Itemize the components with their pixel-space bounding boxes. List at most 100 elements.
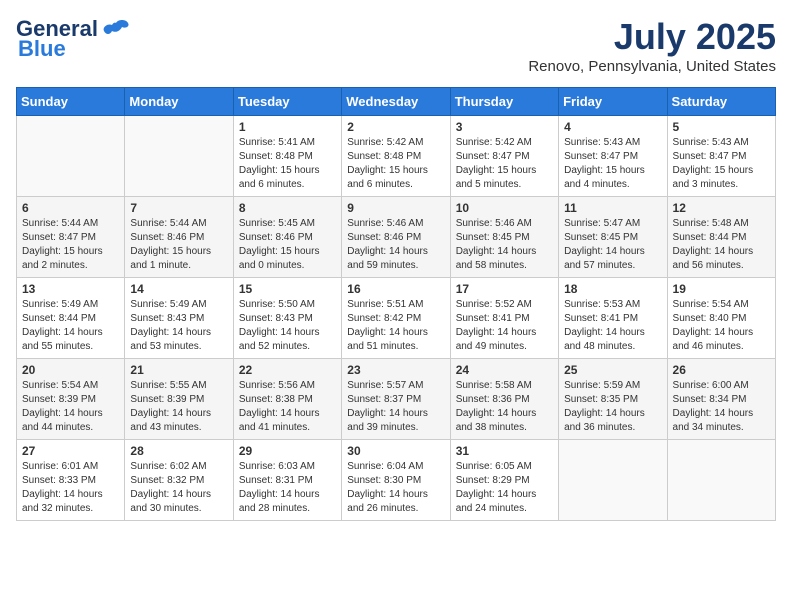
day-info: Sunrise: 5:42 AM Sunset: 8:48 PM Dayligh… xyxy=(347,136,444,192)
weekday-header: Friday xyxy=(559,88,667,116)
calendar-cell: 31 Sunrise: 6:05 AM Sunset: 8:29 PM Dayli… xyxy=(450,440,558,521)
weekday-header: Thursday xyxy=(450,88,558,116)
day-number: 6 xyxy=(22,201,119,215)
day-number: 31 xyxy=(456,444,553,458)
day-number: 13 xyxy=(22,282,119,296)
day-number: 29 xyxy=(239,444,336,458)
day-number: 15 xyxy=(239,282,336,296)
day-info: Sunrise: 5:50 AM Sunset: 8:43 PM Dayligh… xyxy=(239,298,336,354)
day-number: 20 xyxy=(22,363,119,377)
calendar-cell: 9 Sunrise: 5:46 AM Sunset: 8:46 PM Daylig… xyxy=(342,197,450,278)
day-number: 19 xyxy=(673,282,770,296)
calendar-week-row: 1 Sunrise: 5:41 AM Sunset: 8:48 PM Daylig… xyxy=(17,116,776,197)
calendar-cell: 8Sunrise: 5:45 AM Sunset: 8:46 PM Daylig… xyxy=(233,197,341,278)
weekday-header-row: SundayMondayTuesdayWednesdayThursdayFrid… xyxy=(17,88,776,116)
calendar-cell xyxy=(125,116,233,197)
day-number: 22 xyxy=(239,363,336,377)
calendar-cell: 21Sunrise: 5:55 AM Sunset: 8:39 PM Dayli… xyxy=(125,359,233,440)
calendar-cell: 26 Sunrise: 6:00 AM Sunset: 8:34 PM Dayli… xyxy=(667,359,775,440)
day-number: 5 xyxy=(673,120,770,134)
calendar-cell: 2 Sunrise: 5:42 AM Sunset: 8:48 PM Daylig… xyxy=(342,116,450,197)
day-number: 16 xyxy=(347,282,444,296)
day-number: 17 xyxy=(456,282,553,296)
calendar-cell: 27 Sunrise: 6:01 AM Sunset: 8:33 PM Dayli… xyxy=(17,440,125,521)
calendar-cell: 6Sunrise: 5:44 AM Sunset: 8:47 PM Daylig… xyxy=(17,197,125,278)
calendar-week-row: 6Sunrise: 5:44 AM Sunset: 8:47 PM Daylig… xyxy=(17,197,776,278)
day-info: Sunrise: 6:03 AM Sunset: 8:31 PM Dayligh… xyxy=(239,460,336,516)
weekday-header: Tuesday xyxy=(233,88,341,116)
day-info: Sunrise: 5:52 AM Sunset: 8:41 PM Dayligh… xyxy=(456,298,553,354)
day-info: Sunrise: 6:00 AM Sunset: 8:34 PM Dayligh… xyxy=(673,379,770,435)
calendar-cell: 1 Sunrise: 5:41 AM Sunset: 8:48 PM Daylig… xyxy=(233,116,341,197)
day-info: Sunrise: 6:01 AM Sunset: 8:33 PM Dayligh… xyxy=(22,460,119,516)
day-number: 1 xyxy=(239,120,336,134)
day-info: Sunrise: 5:41 AM Sunset: 8:48 PM Dayligh… xyxy=(239,136,336,192)
calendar-cell: 30Sunrise: 6:04 AM Sunset: 8:30 PM Dayli… xyxy=(342,440,450,521)
calendar-cell: 25 Sunrise: 5:59 AM Sunset: 8:35 PM Dayli… xyxy=(559,359,667,440)
day-info: Sunrise: 5:54 AM Sunset: 8:39 PM Dayligh… xyxy=(22,379,119,435)
day-number: 21 xyxy=(130,363,227,377)
logo: General Blue xyxy=(16,16,130,62)
day-info: Sunrise: 5:43 AM Sunset: 8:47 PM Dayligh… xyxy=(673,136,770,192)
calendar-cell: 22 Sunrise: 5:56 AM Sunset: 8:38 PM Dayli… xyxy=(233,359,341,440)
day-number: 18 xyxy=(564,282,661,296)
day-info: Sunrise: 5:46 AM Sunset: 8:46 PM Dayligh… xyxy=(347,217,444,273)
calendar-week-row: 27 Sunrise: 6:01 AM Sunset: 8:33 PM Dayli… xyxy=(17,440,776,521)
day-number: 24 xyxy=(456,363,553,377)
calendar-cell: 4 Sunrise: 5:43 AM Sunset: 8:47 PM Daylig… xyxy=(559,116,667,197)
calendar-cell: 16 Sunrise: 5:51 AM Sunset: 8:42 PM Dayli… xyxy=(342,278,450,359)
weekday-header: Wednesday xyxy=(342,88,450,116)
day-info: Sunrise: 5:43 AM Sunset: 8:47 PM Dayligh… xyxy=(564,136,661,192)
calendar-cell: 29 Sunrise: 6:03 AM Sunset: 8:31 PM Dayli… xyxy=(233,440,341,521)
calendar-table: SundayMondayTuesdayWednesdayThursdayFrid… xyxy=(16,87,776,521)
calendar-cell: 10 Sunrise: 5:46 AM Sunset: 8:45 PM Dayli… xyxy=(450,197,558,278)
day-number: 2 xyxy=(347,120,444,134)
calendar-cell: 13Sunrise: 5:49 AM Sunset: 8:44 PM Dayli… xyxy=(17,278,125,359)
day-number: 30 xyxy=(347,444,444,458)
day-number: 14 xyxy=(130,282,227,296)
day-info: Sunrise: 5:48 AM Sunset: 8:44 PM Dayligh… xyxy=(673,217,770,273)
day-info: Sunrise: 5:49 AM Sunset: 8:43 PM Dayligh… xyxy=(130,298,227,354)
calendar-week-row: 13Sunrise: 5:49 AM Sunset: 8:44 PM Dayli… xyxy=(17,278,776,359)
weekday-header: Saturday xyxy=(667,88,775,116)
day-info: Sunrise: 5:58 AM Sunset: 8:36 PM Dayligh… xyxy=(456,379,553,435)
month-title: July 2025 xyxy=(528,16,776,58)
calendar-cell: 23 Sunrise: 5:57 AM Sunset: 8:37 PM Dayli… xyxy=(342,359,450,440)
calendar-cell: 7Sunrise: 5:44 AM Sunset: 8:46 PM Daylig… xyxy=(125,197,233,278)
day-number: 11 xyxy=(564,201,661,215)
calendar-cell xyxy=(667,440,775,521)
calendar-cell: 19Sunrise: 5:54 AM Sunset: 8:40 PM Dayli… xyxy=(667,278,775,359)
logo-bird-icon xyxy=(102,19,130,39)
day-info: Sunrise: 5:59 AM Sunset: 8:35 PM Dayligh… xyxy=(564,379,661,435)
day-info: Sunrise: 6:02 AM Sunset: 8:32 PM Dayligh… xyxy=(130,460,227,516)
calendar-cell: 17 Sunrise: 5:52 AM Sunset: 8:41 PM Dayli… xyxy=(450,278,558,359)
day-info: Sunrise: 5:42 AM Sunset: 8:47 PM Dayligh… xyxy=(456,136,553,192)
day-info: Sunrise: 5:51 AM Sunset: 8:42 PM Dayligh… xyxy=(347,298,444,354)
day-number: 4 xyxy=(564,120,661,134)
day-info: Sunrise: 5:56 AM Sunset: 8:38 PM Dayligh… xyxy=(239,379,336,435)
day-number: 27 xyxy=(22,444,119,458)
day-info: Sunrise: 5:45 AM Sunset: 8:46 PM Dayligh… xyxy=(239,217,336,273)
day-info: Sunrise: 6:05 AM Sunset: 8:29 PM Dayligh… xyxy=(456,460,553,516)
day-number: 23 xyxy=(347,363,444,377)
day-number: 10 xyxy=(456,201,553,215)
day-number: 9 xyxy=(347,201,444,215)
logo-blue: Blue xyxy=(18,36,66,62)
calendar-cell: 11 Sunrise: 5:47 AM Sunset: 8:45 PM Dayli… xyxy=(559,197,667,278)
calendar-cell: 3 Sunrise: 5:42 AM Sunset: 8:47 PM Daylig… xyxy=(450,116,558,197)
day-info: Sunrise: 5:47 AM Sunset: 8:45 PM Dayligh… xyxy=(564,217,661,273)
day-number: 3 xyxy=(456,120,553,134)
calendar-cell xyxy=(17,116,125,197)
day-number: 26 xyxy=(673,363,770,377)
calendar-cell: 20 Sunrise: 5:54 AM Sunset: 8:39 PM Dayli… xyxy=(17,359,125,440)
calendar-cell: 12Sunrise: 5:48 AM Sunset: 8:44 PM Dayli… xyxy=(667,197,775,278)
calendar-cell: 18 Sunrise: 5:53 AM Sunset: 8:41 PM Dayli… xyxy=(559,278,667,359)
day-info: Sunrise: 5:44 AM Sunset: 8:46 PM Dayligh… xyxy=(130,217,227,273)
calendar-cell: 14 Sunrise: 5:49 AM Sunset: 8:43 PM Dayli… xyxy=(125,278,233,359)
day-info: Sunrise: 5:53 AM Sunset: 8:41 PM Dayligh… xyxy=(564,298,661,354)
calendar-cell: 5 Sunrise: 5:43 AM Sunset: 8:47 PM Daylig… xyxy=(667,116,775,197)
day-number: 25 xyxy=(564,363,661,377)
day-info: Sunrise: 5:46 AM Sunset: 8:45 PM Dayligh… xyxy=(456,217,553,273)
calendar-cell: 28Sunrise: 6:02 AM Sunset: 8:32 PM Dayli… xyxy=(125,440,233,521)
day-info: Sunrise: 5:57 AM Sunset: 8:37 PM Dayligh… xyxy=(347,379,444,435)
